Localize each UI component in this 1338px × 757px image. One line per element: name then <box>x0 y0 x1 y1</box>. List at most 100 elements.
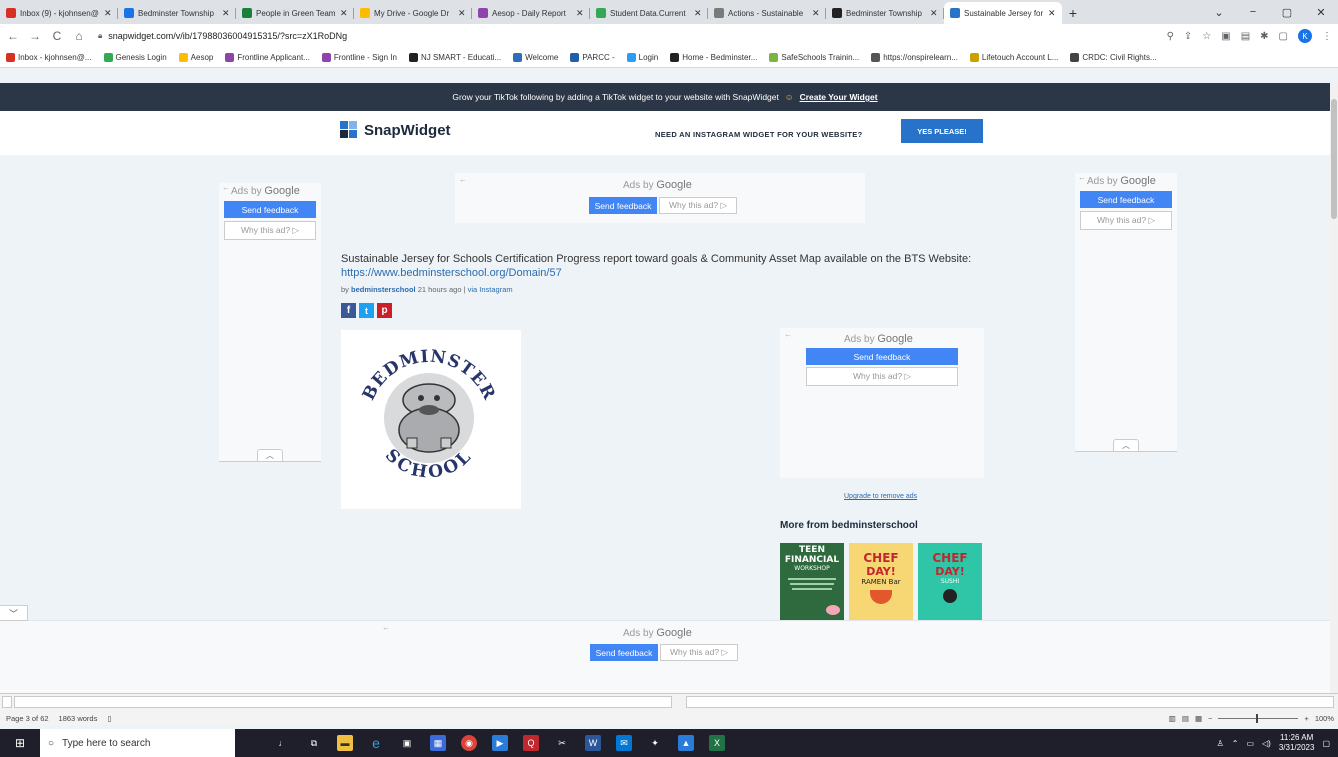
send-feedback-button[interactable]: Send feedback <box>224 201 316 218</box>
zoom-slider[interactable] <box>1218 713 1299 723</box>
close-tab-icon[interactable]: ✕ <box>340 8 348 19</box>
browser-tab[interactable]: Bedminster Township ✕ <box>826 2 944 24</box>
close-tab-icon[interactable]: ✕ <box>1048 8 1056 19</box>
why-this-ad-button[interactable]: Why this ad? ▷ <box>1080 211 1172 230</box>
app-icon-landscape[interactable]: ▲ <box>678 735 694 751</box>
send-feedback-button[interactable]: Send feedback <box>589 197 657 214</box>
home-icon[interactable]: ⌂ <box>72 29 86 43</box>
ad-back-arrow-icon[interactable]: ← <box>382 623 390 632</box>
create-widget-link[interactable]: Create Your Widget <box>800 92 878 102</box>
zoom-icon[interactable]: ⚲ <box>1167 31 1174 42</box>
thumbnail-3[interactable]: CHEF DAY! SUSHI <box>918 543 982 623</box>
via-instagram-link[interactable]: via Instagram <box>468 285 513 294</box>
collapse-ad-button[interactable]: ︿ <box>1113 439 1139 451</box>
task-view-icon[interactable]: ⧉ <box>306 735 322 751</box>
close-tab-icon[interactable]: ✕ <box>576 8 584 19</box>
bookmark-item[interactable]: Genesis Login <box>103 53 167 62</box>
mic-icon[interactable]: ♩ <box>275 735 291 751</box>
close-tab-icon[interactable]: ✕ <box>458 8 466 19</box>
extension-icon-2[interactable]: ▤ <box>1241 31 1250 42</box>
bookmark-item[interactable]: Frontline Applicant... <box>225 53 310 62</box>
snipping-icon[interactable]: ✂ <box>554 735 570 751</box>
thumbnail-2[interactable]: CHEF DAY! RAMEN Bar <box>849 543 913 623</box>
taskbar-search-box[interactable]: ○ Type here to search <box>40 729 235 757</box>
maximize-icon[interactable]: ▢ <box>1270 0 1304 24</box>
file-explorer-icon[interactable]: ▬ <box>337 735 353 751</box>
volume-icon[interactable]: ◁) <box>1262 739 1271 748</box>
sidebar-toggle-button[interactable]: ﹀ <box>0 605 28 621</box>
bookmark-item[interactable]: Welcome <box>513 53 558 62</box>
share-icon[interactable]: ⇪ <box>1184 31 1192 42</box>
forward-icon[interactable]: → <box>28 29 42 43</box>
browser-tab[interactable]: My Drive - Google Dr ✕ <box>354 2 472 24</box>
zoom-out-icon[interactable]: − <box>1208 714 1212 723</box>
page-scrollbar[interactable] <box>1330 83 1338 693</box>
minimize-icon[interactable]: − <box>1236 0 1270 24</box>
pinterest-share-icon[interactable]: p <box>377 303 392 318</box>
upgrade-remove-ads-link[interactable]: Upgrade to remove ads <box>844 493 917 500</box>
ad-back-arrow-icon[interactable]: ← <box>784 330 792 339</box>
word-icon[interactable]: W <box>585 735 601 751</box>
browser-tab[interactable]: Inbox (9) - kjohnsen@ ✕ <box>0 2 118 24</box>
profile-avatar[interactable]: K <box>1298 29 1312 43</box>
windows-start-icon[interactable]: ⊞ <box>0 729 40 757</box>
bookmark-item[interactable]: Lifetouch Account L... <box>969 53 1058 62</box>
post-image[interactable]: BEDMINSTER SCHOOL <box>341 330 521 509</box>
browser-tab[interactable]: Student Data.Current ✕ <box>590 2 708 24</box>
close-tab-icon[interactable]: ✕ <box>104 8 112 19</box>
menu-icon[interactable]: ⋮ <box>1322 31 1332 42</box>
page-count[interactable]: Page 3 of 62 <box>6 714 49 723</box>
word-count[interactable]: 1863 words <box>59 714 98 723</box>
why-this-ad-button[interactable]: Why this ad? ▷ <box>659 197 737 214</box>
ad-back-arrow-icon[interactable]: ← <box>222 183 230 192</box>
send-feedback-button[interactable]: Send feedback <box>806 348 958 365</box>
bookmark-item[interactable]: PARCC - <box>570 53 615 62</box>
why-this-ad-button[interactable]: Why this ad? ▷ <box>806 367 958 386</box>
send-feedback-button[interactable]: Send feedback <box>590 644 658 661</box>
mail-icon[interactable]: ✉ <box>616 735 632 751</box>
browser-tab[interactable]: Sustainable Jersey for ✕ <box>944 2 1062 24</box>
close-tab-icon[interactable]: ✕ <box>222 8 230 19</box>
send-feedback-button[interactable]: Send feedback <box>1080 191 1172 208</box>
address-bar[interactable]: 🔒︎ snapwidget.com/v/ib/17988036004915315… <box>94 26 1159 46</box>
new-tab-button[interactable]: + <box>1062 2 1084 24</box>
author-link[interactable]: bedminsterschool <box>351 285 416 294</box>
app-icon-red[interactable]: Q <box>523 735 539 751</box>
zoom-in-icon[interactable]: + <box>1304 714 1308 723</box>
extension-icon[interactable]: ▣ <box>1221 31 1230 42</box>
close-tab-icon[interactable]: ✕ <box>694 8 702 19</box>
why-this-ad-button[interactable]: Why this ad? ▷ <box>224 221 316 240</box>
browser-tab[interactable]: People in Green Team ✕ <box>236 2 354 24</box>
edge-icon[interactable]: e <box>368 735 384 751</box>
facebook-share-icon[interactable]: f <box>341 303 356 318</box>
browser-tab[interactable]: Actions - Sustainable ✕ <box>708 2 826 24</box>
close-tab-icon[interactable]: ✕ <box>930 8 938 19</box>
ad-back-arrow-icon[interactable]: ← <box>1078 173 1086 182</box>
notification-icon[interactable]: ▢ <box>1322 739 1330 748</box>
system-clock[interactable]: 11:26 AM 3/31/2023 <box>1279 733 1315 753</box>
bookmark-item[interactable]: Login <box>626 53 658 62</box>
caption-link[interactable]: https://www.bedminsterschool.org/Domain/… <box>341 266 981 280</box>
chrome-icon[interactable]: ◉ <box>461 735 477 751</box>
side-panel-icon[interactable]: ▢ <box>1279 31 1288 42</box>
excel-icon[interactable]: X <box>709 735 725 751</box>
bookmark-item[interactable]: Home - Bedminster... <box>670 53 757 62</box>
collapse-ad-button[interactable]: ︿ <box>257 449 283 461</box>
close-tab-icon[interactable]: ✕ <box>812 8 820 19</box>
tab-search-icon[interactable]: ⌄ <box>1202 0 1236 24</box>
bookmark-item[interactable]: Aesop <box>178 53 213 62</box>
bookmark-star-icon[interactable]: ☆ <box>1202 31 1211 42</box>
extensions-puzzle-icon[interactable]: ✱ <box>1260 31 1268 42</box>
twitter-share-icon[interactable]: t <box>359 303 374 318</box>
close-window-icon[interactable]: ✕ <box>1304 0 1338 24</box>
browser-tab[interactable]: Bedminster Township ✕ <box>118 2 236 24</box>
back-icon[interactable]: ← <box>6 29 20 43</box>
bookmark-item[interactable]: NJ SMART - Educati... <box>408 53 501 62</box>
bookmark-item[interactable]: https://onspirelearn... <box>871 53 958 62</box>
bookmark-item[interactable]: CRDC: Civil Rights... <box>1070 53 1157 62</box>
ad-back-arrow-icon[interactable]: ← <box>459 175 467 184</box>
why-this-ad-button[interactable]: Why this ad? ▷ <box>660 644 738 661</box>
snapwidget-logo[interactable]: SnapWidget <box>340 121 451 139</box>
yes-please-button[interactable]: YES PLEASE! <box>901 119 983 143</box>
horizontal-scroll-track[interactable] <box>14 696 672 708</box>
